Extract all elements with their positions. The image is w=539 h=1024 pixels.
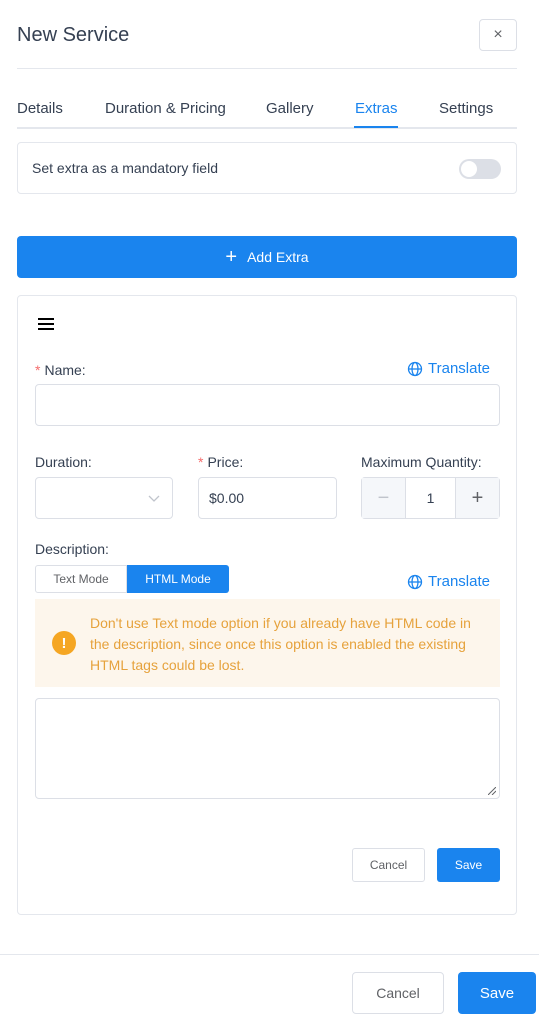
chevron-down-icon — [148, 495, 160, 502]
quantity-stepper: − 1 + — [361, 477, 500, 519]
tab-details[interactable]: Details — [17, 100, 63, 117]
globe-icon — [407, 574, 423, 589]
close-icon: × — [493, 26, 503, 43]
price-input[interactable]: $0.00 — [198, 477, 337, 519]
add-extra-button[interactable]: + Add Extra — [17, 236, 517, 278]
description-translate-link[interactable]: Translate — [407, 573, 490, 590]
active-tab-indicator — [354, 126, 398, 128]
html-mode-button[interactable]: HTML Mode — [127, 565, 229, 593]
extra-card: * Name: Translate Duration: * Price: $0.00… — [17, 295, 517, 915]
text-mode-button[interactable]: Text Mode — [35, 565, 127, 593]
name-input[interactable] — [35, 384, 500, 426]
page-title: New Service — [17, 24, 130, 46]
cancel-button[interactable]: Cancel — [352, 972, 444, 1014]
required-mark: * — [35, 362, 41, 378]
header-divider — [17, 68, 517, 69]
duration-select[interactable] — [35, 477, 173, 519]
save-button[interactable]: Save — [458, 972, 536, 1014]
drag-handle-icon[interactable] — [38, 318, 54, 330]
mandatory-label: Set extra as a mandatory field — [32, 160, 218, 176]
html-mode-warning: ! Don't use Text mode option if you alre… — [35, 599, 500, 687]
footer-divider — [0, 954, 539, 955]
duration-label: Duration: — [35, 454, 92, 470]
quantity-value[interactable]: 1 — [406, 490, 455, 506]
tab-bar: Details Duration & Pricing Gallery Extra… — [17, 100, 517, 129]
name-label: * Name: — [35, 362, 86, 378]
price-label: * Price: — [198, 454, 244, 470]
extra-save-button[interactable]: Save — [437, 848, 500, 882]
tab-settings[interactable]: Settings — [439, 100, 493, 117]
tab-duration-pricing[interactable]: Duration & Pricing — [105, 100, 226, 117]
mandatory-setting: Set extra as a mandatory field — [17, 142, 517, 194]
quantity-decrement-button[interactable]: − — [362, 478, 406, 518]
toggle-knob — [461, 161, 477, 177]
close-button[interactable]: × — [479, 19, 517, 51]
warning-text: Don't use Text mode option if you alread… — [90, 615, 471, 673]
name-translate-link[interactable]: Translate — [407, 360, 490, 377]
plus-icon: + — [225, 246, 238, 268]
resize-handle-icon[interactable] — [488, 787, 496, 795]
max-quantity-label: Maximum Quantity: — [361, 454, 482, 470]
add-extra-label: Add Extra — [247, 249, 309, 265]
tab-extras[interactable]: Extras — [355, 100, 398, 117]
warning-icon: ! — [52, 631, 76, 655]
description-textarea[interactable] — [35, 698, 500, 799]
mandatory-toggle[interactable] — [459, 159, 501, 179]
quantity-increment-button[interactable]: + — [455, 478, 499, 518]
globe-icon — [407, 361, 423, 376]
description-label: Description: — [35, 541, 109, 557]
tab-gallery[interactable]: Gallery — [266, 100, 314, 117]
extra-cancel-button[interactable]: Cancel — [352, 848, 425, 882]
